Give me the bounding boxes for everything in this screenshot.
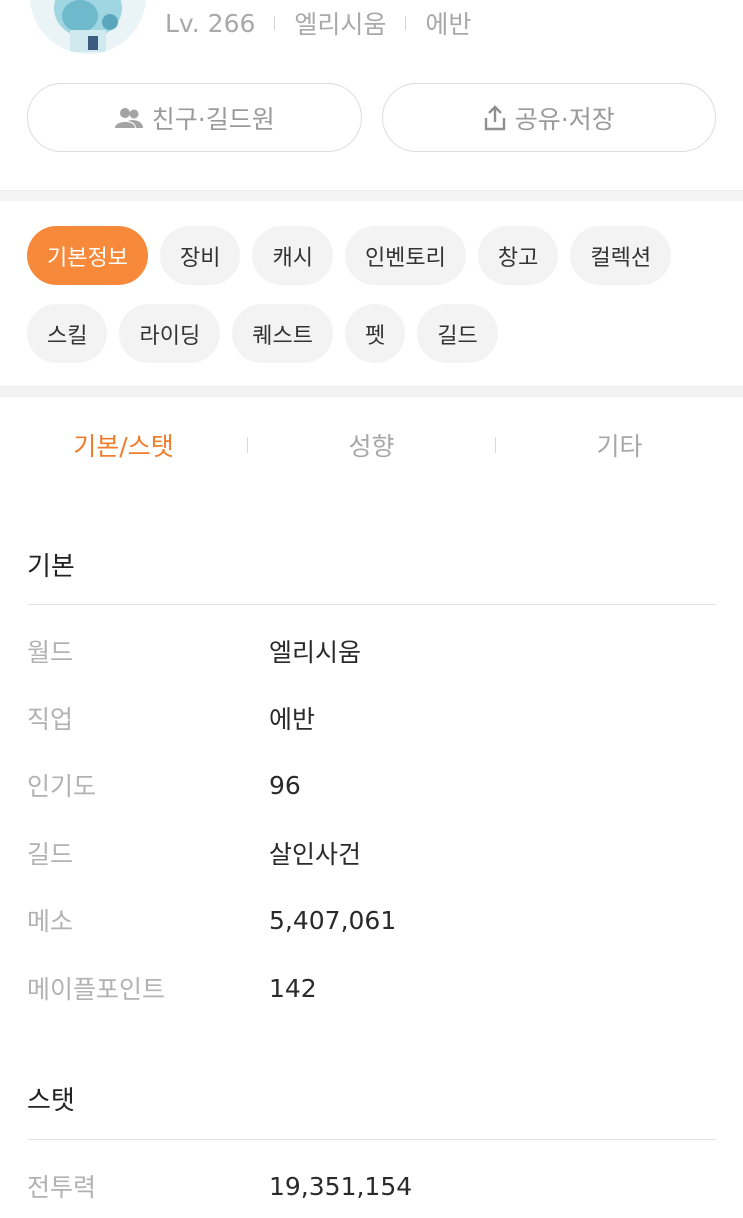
info-value: 19,351,154 <box>269 1171 413 1201</box>
tab-etc[interactable]: 기타 <box>496 427 743 463</box>
info-value: 96 <box>269 770 301 800</box>
info-row-meso: 메소 5,407,061 <box>27 900 717 940</box>
chip-row: 기본정보 장비 캐시 인벤토리 창고 컬렉션 <box>27 226 727 285</box>
category-chip[interactable]: 길드 <box>417 304 498 363</box>
info-row-guild: 길드 살인사건 <box>27 833 717 873</box>
world-text: 엘리시움 <box>294 10 387 39</box>
info-label: 직업 <box>27 705 74 734</box>
info-label: 길드 <box>27 840 74 869</box>
tab-basic-stats[interactable]: 기본/스탯 <box>0 427 247 463</box>
info-row-popularity: 인기도 96 <box>27 765 717 805</box>
info-row-world: 월드 엘리시움 <box>27 631 717 671</box>
category-chip[interactable]: 라이딩 <box>119 304 221 363</box>
tab-tendency[interactable]: 성향 <box>248 427 495 463</box>
info-label: 월드 <box>27 638 74 667</box>
section-divider <box>0 190 743 201</box>
info-value: 살인사건 <box>269 840 362 869</box>
section-rule <box>27 604 717 605</box>
section-rule <box>27 1139 717 1140</box>
meta-separator <box>274 16 276 30</box>
stats-section-title: 스탯 <box>27 1086 75 1116</box>
profile-meta: Lv. 266 엘리시움 에반 <box>165 4 471 42</box>
category-chip[interactable]: 캐시 <box>252 226 333 285</box>
category-chip[interactable]: 기본정보 <box>27 226 148 285</box>
level-text: Lv. 266 <box>165 8 256 38</box>
category-chip[interactable]: 인벤토리 <box>344 226 466 285</box>
info-label: 전투력 <box>27 1173 97 1202</box>
category-chip[interactable]: 장비 <box>159 226 241 285</box>
category-chip[interactable]: 스킬 <box>27 304 108 363</box>
category-chip[interactable]: 퀘스트 <box>232 304 333 363</box>
category-chip[interactable]: 창고 <box>477 226 559 285</box>
info-row-maple-point: 메이플포인트 142 <box>27 968 717 1008</box>
sub-tabs: 기본/스탯 성향 기타 <box>0 415 743 475</box>
character-avatar-image <box>30 0 146 54</box>
people-icon <box>114 107 144 129</box>
info-value: 에반 <box>269 705 316 734</box>
action-buttons: 친구·길드원 공유·저장 <box>27 83 716 152</box>
category-chip[interactable]: 펫 <box>344 304 406 363</box>
friends-guild-button[interactable]: 친구·길드원 <box>27 83 362 152</box>
share-upload-icon <box>483 104 507 131</box>
character-avatar <box>30 0 146 54</box>
info-label: 메소 <box>27 907 74 936</box>
share-save-button[interactable]: 공유·저장 <box>381 83 716 152</box>
info-row-job: 직업 에반 <box>27 698 717 738</box>
section-divider <box>0 386 743 397</box>
info-value: 142 <box>269 973 317 1003</box>
job-text: 에반 <box>425 10 472 39</box>
share-save-label: 공유·저장 <box>514 104 615 134</box>
friends-guild-label: 친구·길드원 <box>151 104 275 134</box>
category-chips: 기본정보 장비 캐시 인벤토리 창고 컬렉션 스킬 라이딩 퀘스트 펫 길드 <box>27 226 727 382</box>
info-value: 5,407,061 <box>269 905 397 935</box>
meta-separator <box>405 16 407 30</box>
basic-section-title: 기본 <box>27 552 75 582</box>
info-row-combat-power: 전투력 19,351,154 <box>27 1166 717 1206</box>
category-chip[interactable]: 컬렉션 <box>570 226 672 285</box>
info-label: 인기도 <box>27 772 97 801</box>
info-label: 메이플포인트 <box>27 975 166 1004</box>
info-value: 엘리시움 <box>269 638 362 667</box>
chip-row: 스킬 라이딩 퀘스트 펫 길드 <box>27 304 727 363</box>
